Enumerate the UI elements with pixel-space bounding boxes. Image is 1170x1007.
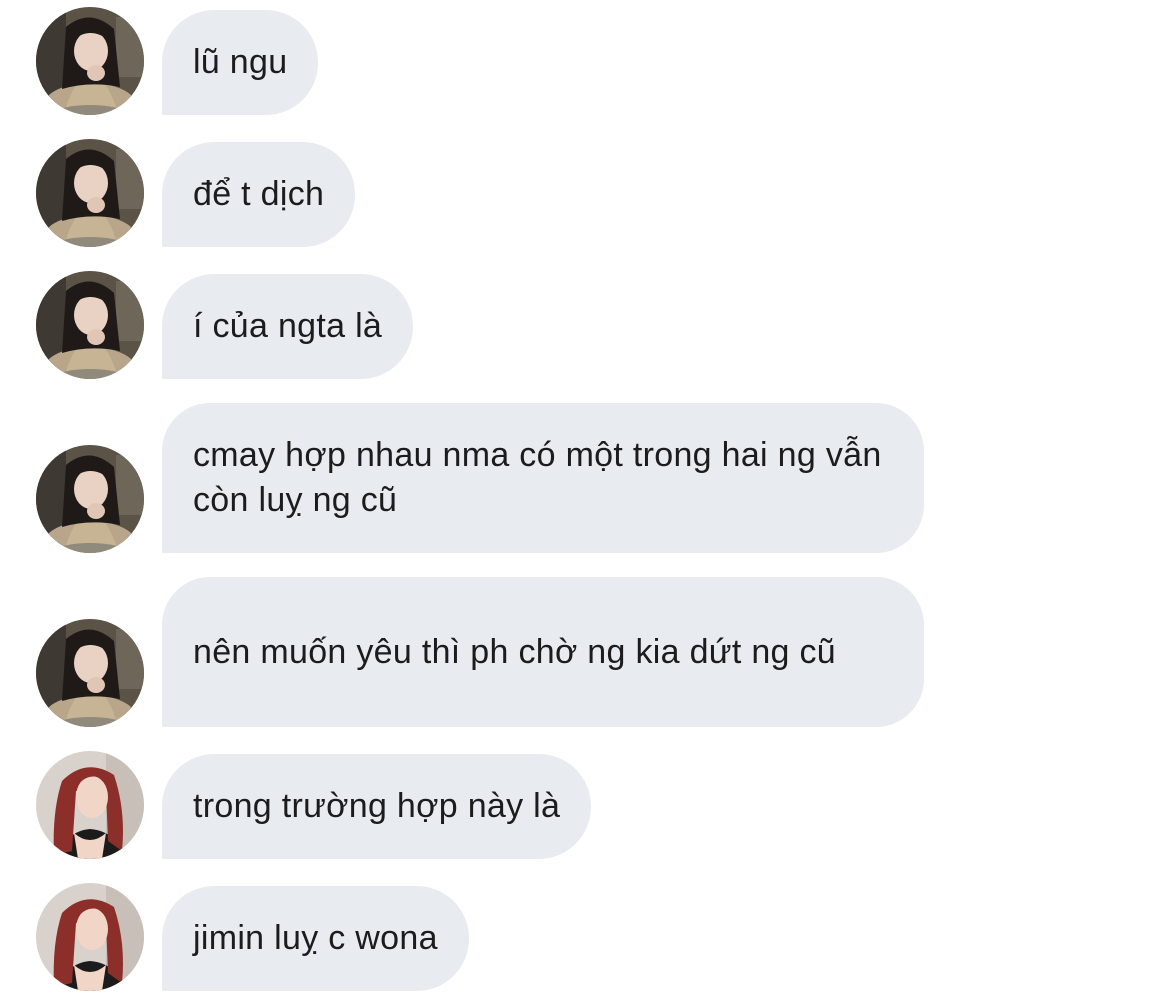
message-text: í của ngta là (193, 307, 383, 345)
avatar-photo-dark-hair-girl-icon (36, 445, 144, 553)
message-text: jimin luỵ c wona (193, 919, 438, 957)
avatar[interactable] (36, 883, 144, 991)
message-text: trong trường hợp này là (193, 787, 561, 825)
message-text: cmay hợp nhau nma có một trong hai ng vẫ… (193, 436, 882, 519)
avatar-photo-dark-hair-girl-icon (36, 7, 144, 115)
avatar-photo-red-hair-girl-icon (36, 883, 144, 991)
avatar-photo-dark-hair-girl-icon (36, 271, 144, 379)
avatar-photo-dark-hair-girl-icon (36, 139, 144, 247)
message-bubble[interactable]: lũ ngu (162, 10, 319, 115)
message-text: nên muốn yêu thì ph chờ ng kia dứt ng cũ (193, 632, 837, 671)
avatar[interactable] (36, 619, 144, 727)
message-text: lũ ngu (193, 43, 288, 81)
message-bubble[interactable]: trong trường hợp này là (162, 754, 592, 859)
message-bubble[interactable]: í của ngta là (162, 274, 414, 379)
avatar[interactable] (36, 7, 144, 115)
avatar[interactable] (36, 445, 144, 553)
message-bubble[interactable]: để t dịch (162, 142, 356, 247)
avatar-photo-dark-hair-girl-icon (36, 619, 144, 727)
message-text: để t dịch (193, 175, 325, 213)
message-bubble[interactable]: cmay hợp nhau nma có một trong hai ng vẫ… (162, 403, 924, 553)
avatar[interactable] (36, 751, 144, 859)
avatar-photo-red-hair-girl-icon (36, 751, 144, 859)
message-bubble[interactable]: jimin luỵ c wona (162, 886, 469, 991)
avatar[interactable] (36, 139, 144, 247)
avatar[interactable] (36, 271, 144, 379)
message-bubble[interactable]: nên muốn yêu thì ph chờ ng kia dứt ng cũ (162, 577, 924, 727)
